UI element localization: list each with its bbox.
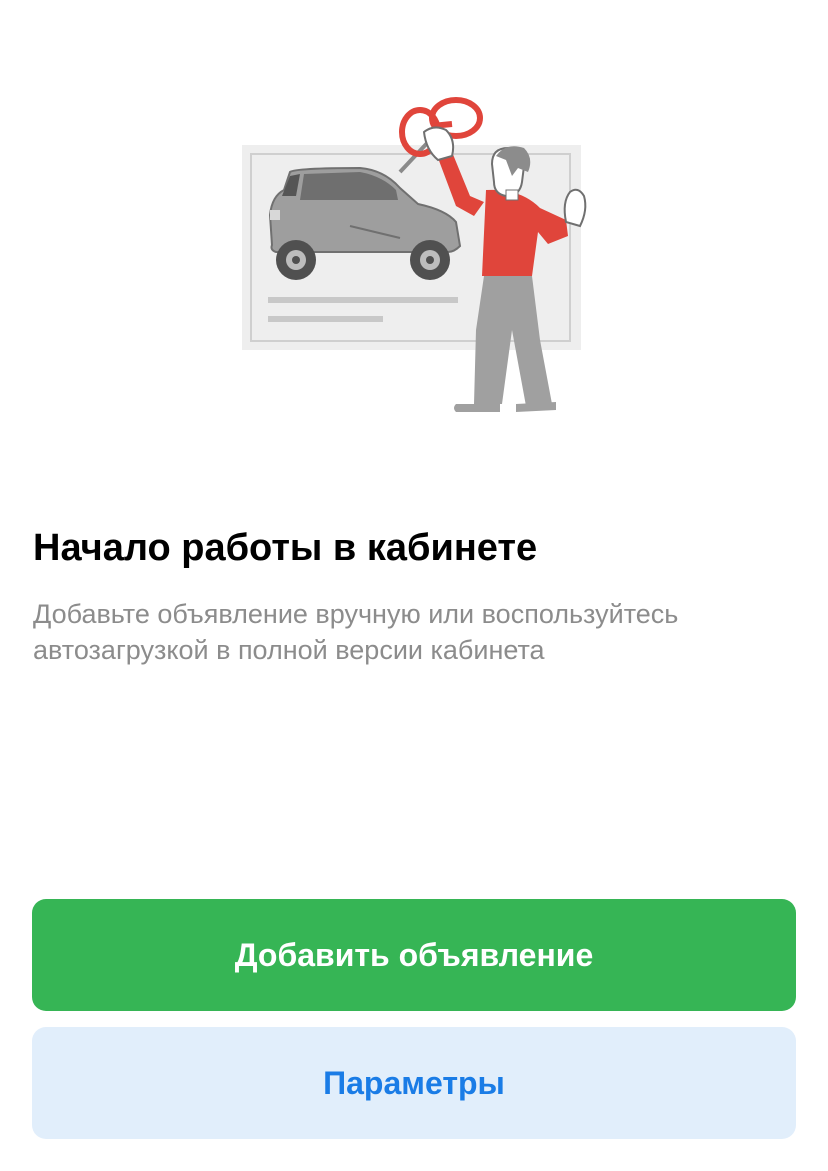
car-listing-illustration (242, 97, 587, 412)
add-listing-button[interactable]: Добавить объявление (32, 899, 796, 1011)
settings-button[interactable]: Параметры (32, 1027, 796, 1139)
page-description: Добавьте объявление вручную или воспольз… (33, 599, 679, 665)
page-title: Начало работы в кабинете (33, 527, 538, 569)
